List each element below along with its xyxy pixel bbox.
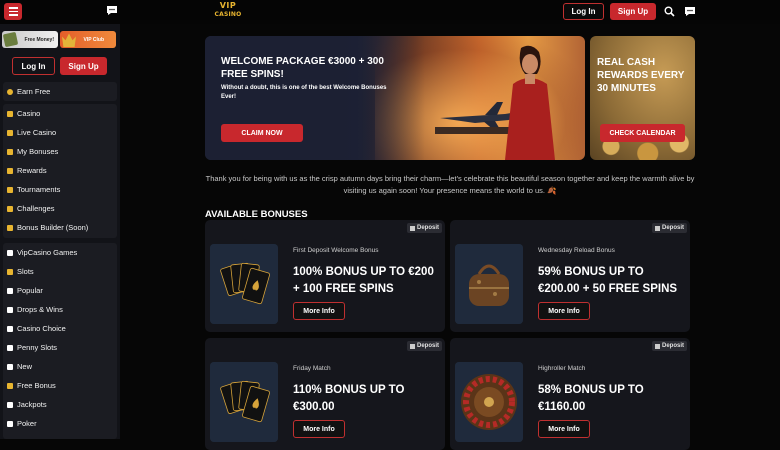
- wallet-icon: [409, 225, 415, 231]
- more-info-button[interactable]: More Info: [293, 420, 345, 438]
- bonus-offer: 100% BONUS UP TO €200 + 100 FREE SPINS: [293, 266, 434, 295]
- deposit-badge: Deposit: [406, 341, 442, 351]
- new-icon: [7, 363, 13, 370]
- sidebar-item-my-bonuses[interactable]: My Bonuses: [3, 142, 117, 161]
- vip-club-promo[interactable]: VIP Club: [60, 31, 116, 48]
- bonus-card[interactable]: Deposit Wednesday Reload Bonus 59% BONUS U…: [450, 220, 690, 332]
- sidebar-item-penny-slots[interactable]: Penny Slots: [3, 338, 117, 357]
- bonus-title: Highroller Match: [538, 365, 586, 372]
- sidebar-item-challenges[interactable]: Challenges: [3, 199, 117, 218]
- cash-rewards-title: REAL CASH REWARDS EVERY 30 MINUTES: [597, 57, 685, 94]
- deposit-badge: Deposit: [406, 223, 442, 233]
- free-money-promo[interactable]: Free Money!: [2, 31, 58, 48]
- bonus-offer: 59% BONUS UP TO €200.00 + 50 FREE SPINS: [538, 266, 678, 295]
- seven-icon: [7, 268, 13, 275]
- bonus-image: [210, 362, 278, 442]
- bonus-card[interactable]: Deposit Friday Match 110% BONUS UP TO €300.…: [205, 338, 445, 450]
- welcome-banner-subtitle: Without a doubt, this is one of the best…: [221, 85, 387, 100]
- bag-icon: [7, 224, 13, 231]
- sidebar-item-popular[interactable]: Popular: [3, 281, 117, 300]
- bonus-offer: 58% BONUS UP TO €1160.00: [538, 384, 644, 413]
- signup-button[interactable]: Sign Up: [610, 3, 656, 20]
- sidebar-item-new[interactable]: New: [3, 357, 117, 376]
- crown-icon: [7, 325, 13, 332]
- site-logo[interactable]: VIP CASINO: [214, 1, 242, 23]
- sidebar-item-free-bonus[interactable]: Free Bonus: [3, 376, 117, 395]
- available-bonuses-heading: AVAILABLE BONUSES: [205, 209, 308, 220]
- thanks-message: Thank you for being with us as the crisp…: [205, 174, 695, 195]
- check-calendar-button[interactable]: CHECK CALENDAR: [600, 124, 685, 142]
- more-info-button[interactable]: More Info: [538, 302, 590, 320]
- sidebar-login-button[interactable]: Log In: [12, 57, 55, 75]
- sidebar-signup-button[interactable]: Sign Up: [60, 57, 107, 75]
- star-icon: [7, 249, 13, 256]
- chat-icon[interactable]: [684, 6, 696, 17]
- wallet-icon: [409, 343, 415, 349]
- sidebar: Free Money! VIP Club Log In Sign Up Earn…: [0, 24, 120, 439]
- menu-button[interactable]: [4, 3, 22, 20]
- bonus-image: [210, 244, 278, 324]
- sidebar-item-tournaments[interactable]: Tournaments: [3, 180, 117, 199]
- deposit-badge: Deposit: [651, 223, 687, 233]
- bonus-image: [455, 244, 523, 324]
- sidebar-item-rewards[interactable]: Rewards: [3, 161, 117, 180]
- more-info-button[interactable]: More Info: [293, 302, 345, 320]
- earn-free-group: Earn Free: [3, 82, 117, 101]
- sidebar-item-jackpots[interactable]: Jackpots: [3, 395, 117, 414]
- coin-icon: [7, 344, 13, 351]
- wallet-icon: [654, 225, 660, 231]
- bonus-title: Friday Match: [293, 365, 331, 372]
- sidebar-item-slots[interactable]: Slots: [3, 262, 117, 281]
- bonus-image: [455, 362, 523, 442]
- top-bar: VIP CASINO Log In Sign Up: [0, 0, 780, 24]
- fire-icon: [7, 287, 13, 294]
- bonus-title: First Deposit Welcome Bonus: [293, 247, 379, 254]
- sidebar-item-poker[interactable]: Poker: [3, 414, 117, 433]
- login-button[interactable]: Log In: [563, 3, 604, 20]
- gift-icon: [7, 382, 13, 389]
- coin-icon: [7, 88, 13, 95]
- bonus-title: Wednesday Reload Bonus: [538, 247, 615, 254]
- seven-icon: [7, 110, 13, 117]
- hostess-illustration: [505, 45, 555, 160]
- crown-icon: [62, 33, 76, 47]
- target-icon: [7, 205, 13, 212]
- sidebar-item-casino-choice[interactable]: Casino Choice: [3, 319, 117, 338]
- wallet-icon: [654, 343, 660, 349]
- sidebar-item-casino[interactable]: Casino: [3, 104, 117, 123]
- sidebar-item-live-casino[interactable]: Live Casino: [3, 123, 117, 142]
- money-icon: [2, 31, 19, 48]
- drop-icon: [7, 306, 13, 313]
- bonus-offer: 110% BONUS UP TO €300.00: [293, 384, 405, 413]
- more-info-button[interactable]: More Info: [538, 420, 590, 438]
- deposit-badge: Deposit: [651, 341, 687, 351]
- sidebar-item-drops-wins[interactable]: Drops & Wins: [3, 300, 117, 319]
- sidebar-item-vipcasino-games[interactable]: VipCasino Games: [3, 243, 117, 262]
- welcome-banner-title: WELCOME PACKAGE €3000 + 300 FREE SPINS!: [221, 56, 384, 80]
- chat-icon[interactable]: [106, 5, 118, 16]
- gift-icon: [7, 148, 13, 155]
- trophy-icon: [7, 167, 13, 174]
- sidebar-item-bonus-builder-soon[interactable]: Bonus Builder (Soon): [3, 218, 117, 237]
- flag-icon: [7, 186, 13, 193]
- sidebar-group-main: Casino Live Casino My Bonuses Rewards Tourna…: [3, 104, 117, 238]
- sidebar-item-earn-free[interactable]: Earn Free: [3, 82, 117, 101]
- claim-now-button[interactable]: CLAIM NOW: [221, 124, 303, 142]
- search-icon[interactable]: [664, 6, 675, 17]
- cards-icon: [7, 129, 13, 136]
- sidebar-group-games: VipCasino Games Slots Popular Drops & Wins C…: [3, 243, 117, 439]
- chip-icon: [7, 420, 13, 427]
- diamond-icon: [7, 401, 13, 408]
- bonus-card[interactable]: Deposit First Deposit Welcome Bonus 100% B…: [205, 220, 445, 332]
- bonus-card[interactable]: Deposit Highroller Match 58% BONUS UP TO €1…: [450, 338, 690, 450]
